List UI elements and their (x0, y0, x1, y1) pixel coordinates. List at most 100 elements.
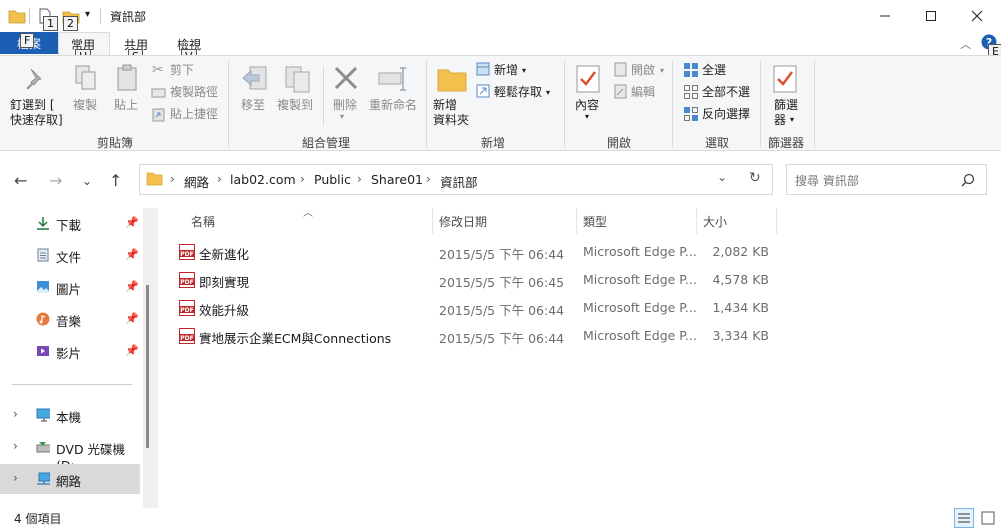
easy-access-dropdown-icon[interactable]: ▾ (546, 88, 550, 97)
expand-chevron-icon[interactable]: › (13, 407, 18, 421)
breadcrumb-item[interactable]: Share01 (371, 172, 423, 187)
search-icon[interactable] (961, 173, 975, 187)
breadcrumb-current[interactable]: 資訊部 (440, 172, 478, 191)
edit-icon (614, 84, 627, 99)
breadcrumb-item[interactable]: Public (314, 172, 351, 187)
search-input[interactable]: 搜尋 資訊部 (795, 172, 859, 189)
column-header-date[interactable]: 修改日期 (439, 213, 487, 230)
expand-chevron-icon[interactable]: › (13, 471, 18, 485)
address-dropdown-icon[interactable]: ⌄ (717, 170, 727, 184)
copy-to-button[interactable]: 複製到 (277, 98, 313, 113)
ribbon-separator (760, 60, 761, 148)
filter-icon (773, 65, 797, 93)
expand-chevron-icon[interactable]: › (13, 439, 18, 453)
clipboard-group-label: 剪貼簿 (97, 136, 134, 150)
dvd-icon (36, 442, 50, 453)
open-button[interactable]: 開啟 (631, 63, 655, 78)
copy-button[interactable]: 複製 (73, 98, 97, 113)
nav-item-label: 音樂 (56, 314, 82, 329)
paste-button[interactable]: 貼上 (114, 98, 138, 113)
minimize-icon (880, 15, 890, 17)
ribbon-separator (672, 60, 673, 148)
easy-access-button[interactable]: 輕鬆存取 (494, 85, 542, 100)
breadcrumb-chevron-icon[interactable]: › (170, 172, 175, 186)
column-header-size[interactable]: 大小 (703, 213, 727, 230)
column-separator[interactable] (776, 208, 777, 234)
breadcrumb-chevron-icon[interactable]: › (300, 172, 305, 186)
new-item-dropdown-icon[interactable]: ▾ (522, 66, 526, 75)
new-item-button[interactable]: 新增 (494, 63, 518, 78)
breadcrumb-chevron-icon[interactable]: › (357, 172, 362, 186)
file-type: Microsoft Edge P... (583, 272, 697, 287)
nav-item-music[interactable]: 音樂 📌 (0, 304, 140, 334)
paste-icon (117, 64, 137, 91)
delete-button[interactable]: 刪除 (333, 98, 357, 113)
keytip-2: 2 (63, 16, 78, 31)
nav-item-network[interactable]: › 網路 (0, 464, 140, 494)
column-separator[interactable] (576, 208, 577, 234)
large-icons-view-icon[interactable] (978, 508, 998, 528)
select-all-button[interactable]: 全選 (702, 63, 726, 78)
rename-button[interactable]: 重新命名 (369, 98, 417, 113)
file-type: Microsoft Edge P... (583, 328, 697, 343)
nav-item-dvd-drive[interactable]: › DVD 光碟機 (D: (0, 432, 140, 473)
select-none-button[interactable]: 全部不選 (702, 85, 750, 100)
nav-item-pictures[interactable]: 圖片 📌 (0, 272, 140, 302)
edit-button[interactable]: 編輯 (631, 85, 655, 100)
details-view-icon[interactable] (954, 508, 974, 528)
column-header-type[interactable]: 類型 (583, 213, 607, 230)
maximize-button[interactable] (908, 0, 954, 32)
minimize-button[interactable] (862, 0, 908, 32)
svg-text:PDF: PDF (180, 335, 193, 342)
paste-shortcut-button[interactable]: 貼上捷徑 (170, 107, 218, 122)
pin-quick-access-button[interactable]: 釘選到 [ 快速存取] (10, 98, 63, 128)
move-to-button[interactable]: 移至 (241, 98, 265, 113)
file-name[interactable]: 全新進化 (199, 244, 249, 263)
breadcrumb-chevron-icon[interactable]: › (217, 172, 222, 186)
nav-item-downloads[interactable]: 下載 📌 (0, 208, 140, 238)
cut-button[interactable]: 剪下 (170, 63, 194, 78)
close-button[interactable] (954, 0, 1000, 32)
qa-dropdown-icon[interactable]: ▾ (85, 9, 90, 20)
nav-item-documents[interactable]: 文件 📌 (0, 240, 140, 270)
copy-path-button[interactable]: 複製路徑 (170, 85, 218, 100)
network-icon (37, 472, 50, 485)
filter-dropdown-icon[interactable]: ▾ (790, 115, 794, 124)
pinned-icon: 📌 (125, 248, 139, 261)
copy-icon (75, 65, 96, 90)
svg-text:PDF: PDF (180, 251, 193, 258)
forward-icon[interactable]: → (49, 171, 62, 190)
title-bar (0, 0, 1001, 32)
column-header-name[interactable]: 名稱 (191, 213, 215, 230)
nav-scrollbar-thumb[interactable] (146, 285, 149, 448)
up-icon[interactable]: ↑ (109, 171, 122, 190)
file-name[interactable]: 即刻實現 (199, 272, 249, 291)
invert-selection-button[interactable]: 反向選擇 (702, 107, 750, 122)
filter-button[interactable]: 篩選 器 (774, 98, 798, 128)
picture-icon (37, 281, 49, 293)
nav-item-videos[interactable]: 影片 📌 (0, 336, 140, 366)
breadcrumb-item[interactable]: lab02.com (230, 172, 296, 187)
column-separator[interactable] (432, 208, 433, 234)
refresh-icon[interactable]: ↻ (749, 170, 761, 186)
open-dropdown-icon[interactable]: ▾ (660, 66, 664, 75)
file-name[interactable]: 效能升級 (199, 300, 249, 319)
easy-access-icon (476, 84, 490, 98)
filter-group-label: 篩選器 (768, 136, 805, 150)
breadcrumb-chevron-icon[interactable]: › (426, 172, 431, 186)
properties-button[interactable]: 內容 (575, 98, 599, 113)
delete-dropdown-icon[interactable]: ▾ (340, 112, 344, 121)
file-name[interactable]: 實地展示企業ECM與Connections (199, 328, 391, 347)
recent-locations-icon[interactable]: ⌄ (82, 174, 92, 188)
breadcrumb-item[interactable]: 網路 (184, 172, 209, 191)
nav-item-this-pc[interactable]: › 本機 (0, 400, 140, 430)
properties-dropdown-icon[interactable]: ▾ (585, 112, 589, 121)
nav-divider (12, 384, 132, 385)
column-separator[interactable] (696, 208, 697, 234)
svg-text:PDF: PDF (180, 279, 193, 286)
open-icon (614, 62, 627, 77)
collapse-ribbon-icon[interactable]: ︿ (960, 36, 971, 52)
back-icon[interactable]: ← (14, 171, 27, 190)
new-folder-button[interactable]: 新增 資料夾 (433, 98, 469, 128)
rename-icon (378, 67, 406, 91)
